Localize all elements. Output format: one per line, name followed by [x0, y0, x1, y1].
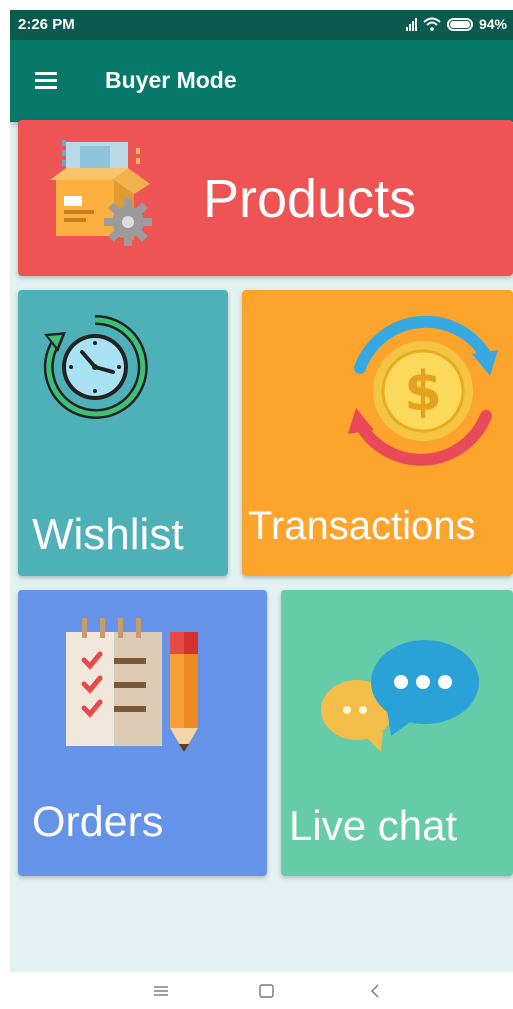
orders-tile[interactable]: Orders [18, 590, 267, 876]
orders-label: Orders [32, 798, 164, 846]
battery-percent: 94% [478, 16, 507, 32]
status-bar: 2:26 PM 94% [10, 10, 513, 40]
transactions-tile[interactable]: $ Transactions [242, 290, 513, 576]
app-title: Buyer Mode [105, 67, 237, 93]
phone-screen: 2:26 PM 94% Buyer Mode Products Wishlist… [10, 10, 513, 972]
signal-icon [405, 17, 417, 31]
svg-text:$: $ [404, 360, 442, 423]
wishlist-tile[interactable]: Wishlist [18, 290, 228, 576]
battery-icon [446, 17, 473, 31]
home-square-icon[interactable] [247, 972, 287, 1009]
dollar-coin-exchange-icon: $ [348, 315, 498, 466]
wishlist-label: Wishlist [32, 510, 184, 559]
package-gear-icon [50, 140, 152, 246]
livechat-tile[interactable]: Live chat [281, 590, 513, 876]
products-label: Products [203, 169, 417, 229]
recents-icon[interactable] [141, 972, 181, 1009]
hamburger-menu-icon[interactable] [32, 68, 62, 92]
transactions-label: Transactions [248, 504, 476, 548]
products-tile[interactable]: Products [18, 120, 513, 276]
system-nav-bar [0, 972, 513, 1009]
checklist-pencil-icon [66, 618, 198, 752]
status-icons: 94% [405, 16, 507, 32]
back-chevron-icon[interactable] [355, 972, 395, 1009]
clock-history-icon [43, 314, 148, 419]
status-time: 2:26 PM [18, 16, 75, 33]
app-bar: Buyer Mode [10, 40, 513, 122]
wifi-icon [423, 17, 441, 31]
chat-bubbles-icon [321, 640, 479, 752]
livechat-label: Live chat [289, 802, 458, 849]
